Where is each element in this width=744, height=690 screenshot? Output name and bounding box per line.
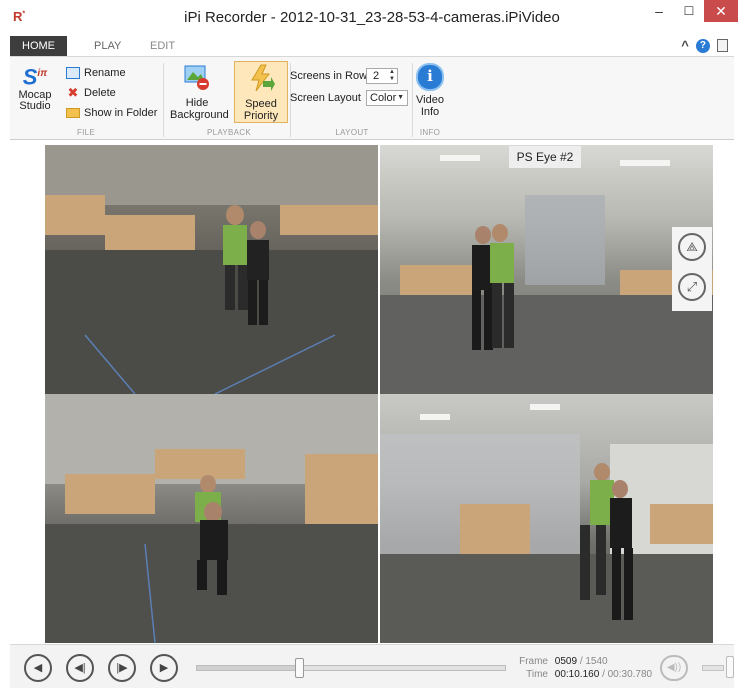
video-area: PS Eye #2 ⟁ ⤢ xyxy=(10,141,734,644)
ribbon-tabs: HOME PLAY EDIT ^ ? xyxy=(10,36,734,56)
screens-in-row-label: Screens in Row xyxy=(290,70,368,82)
help-icon[interactable]: ? xyxy=(695,38,710,53)
screen-layout-label: Screen Layout xyxy=(290,92,361,104)
show-in-folder-button[interactable]: Show in Folder xyxy=(66,105,157,121)
group-label-info: INFO xyxy=(419,128,441,137)
close-button[interactable]: ✕ xyxy=(704,0,738,22)
speed-priority-button[interactable]: Speed Priority xyxy=(234,61,288,123)
video-info-button[interactable]: i Video Info xyxy=(414,61,446,123)
screen-layout-select[interactable]: Color ▼ xyxy=(366,90,408,106)
screens-in-row-stepper[interactable]: 2 ▲ ▼ xyxy=(366,68,398,84)
ribbon-right-controls: ^ ? xyxy=(677,38,728,54)
camera-label: PS Eye #2 xyxy=(509,146,581,168)
tab-home[interactable]: HOME xyxy=(10,36,67,56)
time-total: / 00:30.780 xyxy=(602,669,653,680)
hide-background-icon xyxy=(184,65,209,90)
document-icon[interactable] xyxy=(717,39,728,52)
group-label-file: FILE xyxy=(76,128,96,137)
frame-current: 0509 xyxy=(554,656,578,667)
window-title: iPi Recorder - 2012-10-31_23-28-53-4-cam… xyxy=(184,9,560,26)
fullscreen-icon[interactable]: ⤢ xyxy=(678,273,706,301)
tab-edit[interactable]: EDIT xyxy=(138,36,187,56)
chevron-down-icon: ▼ xyxy=(397,94,404,101)
volume-thumb[interactable] xyxy=(726,656,734,678)
time-row: Time 00:10.160 / 00:30.780 xyxy=(518,668,652,681)
camera-view-3[interactable] xyxy=(45,394,378,643)
delete-button[interactable]: ✖ Delete xyxy=(66,85,116,101)
timeline-progress xyxy=(197,666,299,670)
playback-bar: ◀ ◀| |▶ ▶ Frame 0509 / 1540 Time 00:10.1… xyxy=(10,644,734,688)
title-bar: R* iPi Recorder - 2012-10-31_23-28-53-4-… xyxy=(0,0,744,34)
mocap-studio-icon: Siπ xyxy=(22,64,48,90)
camera-view-2[interactable] xyxy=(380,145,713,394)
camera-frame-1 xyxy=(45,145,378,394)
frame-total: / 1540 xyxy=(579,656,608,667)
volume-icon[interactable]: ◀)) xyxy=(660,655,688,681)
rename-icon xyxy=(66,67,80,80)
play-button[interactable]: ▶ xyxy=(150,654,178,682)
camera-view-1[interactable] xyxy=(45,145,378,394)
view-tools-panel: ⟁ ⤢ xyxy=(672,227,712,311)
frame-info: Frame 0509 / 1540 Time 00:10.160 / 00:30… xyxy=(518,655,652,681)
ribbon-separator xyxy=(412,63,413,137)
tab-play[interactable]: PLAY xyxy=(82,36,133,56)
frame-row: Frame 0509 / 1540 xyxy=(518,655,652,668)
maximize-button[interactable]: ☐ xyxy=(674,0,704,22)
frame-label: Frame xyxy=(519,656,548,667)
mirror-icon[interactable]: ⟁ xyxy=(678,233,706,261)
group-label-playback: PLAYBACK xyxy=(206,128,252,137)
collapse-ribbon-icon[interactable]: ^ xyxy=(681,38,689,53)
stepper-arrows-icon: ▲ ▼ xyxy=(389,69,395,82)
timeline-slider[interactable] xyxy=(196,658,506,678)
step-back-button[interactable]: ◀| xyxy=(66,654,94,682)
step-forward-button[interactable]: |▶ xyxy=(108,654,136,682)
mocap-studio-label: Mocap Studio xyxy=(18,89,52,113)
time-label: Time xyxy=(526,669,548,680)
lightning-icon xyxy=(251,64,275,92)
minimize-button[interactable]: – xyxy=(644,0,674,22)
go-to-start-button[interactable]: ◀ xyxy=(24,654,52,682)
hide-background-button[interactable]: Hide Background xyxy=(170,61,229,123)
info-icon: i xyxy=(416,63,444,91)
rename-button[interactable]: Rename xyxy=(66,65,126,81)
camera-frame-4 xyxy=(380,404,713,643)
delete-icon: ✖ xyxy=(67,85,79,101)
ribbon-separator xyxy=(163,63,164,137)
time-current: 00:10.160 xyxy=(554,669,600,680)
mocap-studio-button[interactable]: Siπ Mocap Studio xyxy=(14,63,56,112)
folder-icon xyxy=(66,108,80,119)
screens-in-row-row: Screens in Row 2 ▲ ▼ xyxy=(290,67,414,85)
camera-view-4[interactable] xyxy=(380,394,713,643)
screen-layout-row: Screen Layout Color ▼ xyxy=(290,89,414,107)
timeline-thumb[interactable] xyxy=(295,658,304,678)
camera-frame-3 xyxy=(45,394,378,643)
ribbon: Siπ Mocap Studio Rename ✖ Delete Show in F… xyxy=(10,56,734,140)
volume-slider[interactable] xyxy=(702,665,724,671)
group-label-layout: LAYOUT xyxy=(335,128,369,137)
camera-frame-2 xyxy=(380,155,713,394)
